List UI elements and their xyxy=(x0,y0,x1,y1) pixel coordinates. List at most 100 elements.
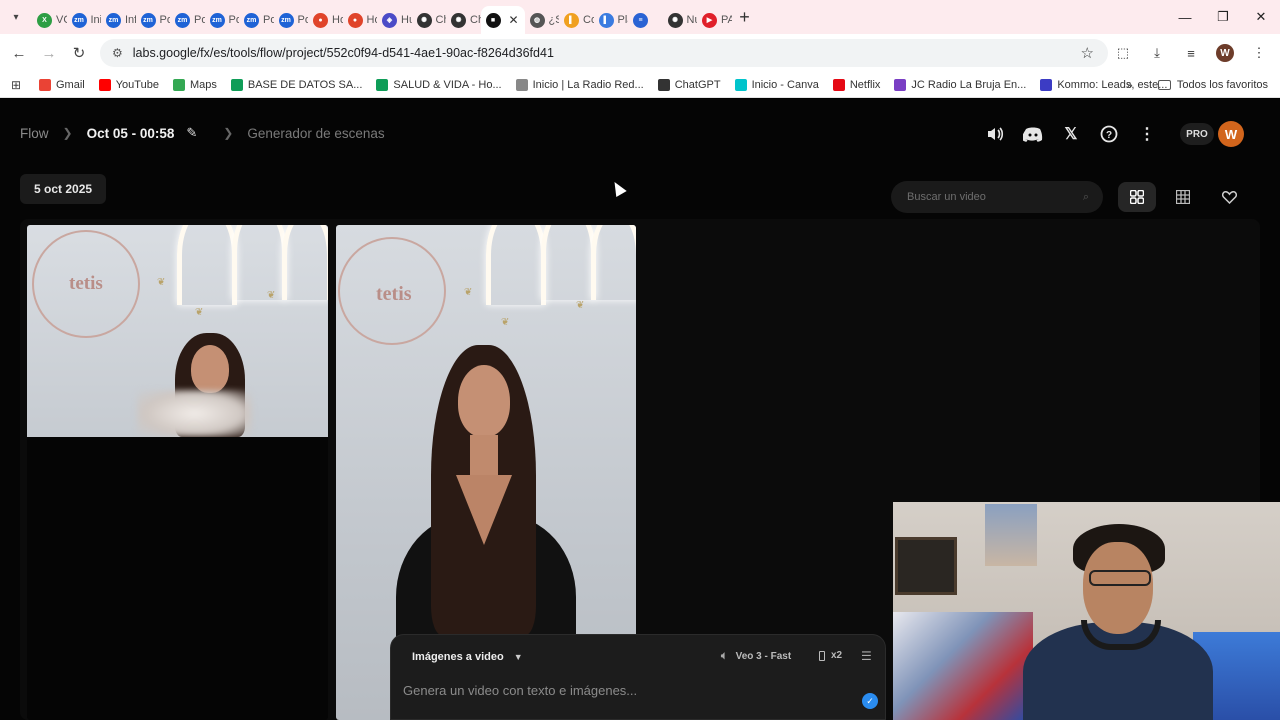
tab-favicon-icon: zm xyxy=(209,12,225,28)
bookmark-item[interactable]: BASE DE DATOS SA... xyxy=(224,78,370,91)
bookmark-item[interactable]: YouTube xyxy=(92,78,166,91)
window-controls: — ❐ ✕ xyxy=(1166,0,1280,34)
tab-label: Ho xyxy=(366,14,378,26)
edit-pencil-icon[interactable]: ✎ xyxy=(186,125,197,141)
search-input[interactable] xyxy=(907,191,1067,203)
motion-blur xyxy=(137,390,252,437)
tab-favicon-icon: ● xyxy=(313,12,328,28)
media-icon[interactable]: ≡ xyxy=(1176,38,1206,68)
browser-tab[interactable]: ▶ PA xyxy=(697,6,732,34)
output-count[interactable]: x2 xyxy=(819,650,842,661)
bookmark-star-icon[interactable]: ☆ xyxy=(1081,44,1094,62)
model-selector[interactable]: 🔈︎ Veo 3 - Fast xyxy=(721,650,791,663)
bookmark-item[interactable]: Maps xyxy=(166,78,224,91)
apps-icon[interactable]: ⊞ xyxy=(0,78,32,92)
bookmark-favicon-icon xyxy=(230,78,243,91)
bookmark-item[interactable]: ChatGPT xyxy=(651,78,728,91)
menu-icon[interactable]: ⋮ xyxy=(1244,38,1274,68)
bookmark-item[interactable]: Netflix xyxy=(826,78,888,91)
tab-favicon-icon: ■ xyxy=(485,12,501,28)
browser-tab[interactable]: zm Inf xyxy=(101,6,136,34)
bookmark-item[interactable]: Inicio - Canva xyxy=(728,78,826,91)
tab-search-icon[interactable]: ▾ xyxy=(0,0,32,34)
browser-tab[interactable]: ✺Ch xyxy=(446,6,481,34)
bookmark-label: Kommo: Leads, este... xyxy=(1057,78,1168,91)
tab-favicon-icon: ▌ xyxy=(598,12,614,28)
more-vert-icon[interactable]: ⋮ xyxy=(1128,121,1166,147)
bookmark-item[interactable]: Kommo: Leads, este... xyxy=(1033,78,1174,91)
light-arch-decor xyxy=(177,225,237,305)
forward-icon[interactable]: → xyxy=(34,38,64,68)
profile-avatar[interactable]: W xyxy=(1216,44,1234,62)
wall-poster xyxy=(985,504,1037,566)
project-title[interactable]: Oct 05 - 00:58 xyxy=(87,126,175,141)
browser-tab[interactable]: zmInic xyxy=(67,6,101,34)
search-icon[interactable]: ⌕ xyxy=(1083,191,1089,204)
browser-tab[interactable]: ▌Pla xyxy=(594,6,628,34)
volume-icon[interactable] xyxy=(976,121,1014,147)
address-bar[interactable]: ⚙ labs.google/fx/es/tools/flow/project/5… xyxy=(100,39,1108,67)
tune-settings-icon[interactable]: ☰ xyxy=(861,649,872,663)
bookmark-item[interactable]: Inicio | La Radio Red... xyxy=(509,78,651,91)
bookmark-label: JC Radio La Bruja En... xyxy=(911,78,1027,91)
browser-tab[interactable]: ✺Nu xyxy=(663,6,697,34)
site-info-icon[interactable]: ⚙ xyxy=(112,46,123,60)
browser-tab[interactable]: X VO xyxy=(32,6,67,34)
close-window-icon[interactable]: ✕ xyxy=(1242,0,1280,34)
breadcrumb-flow[interactable]: Flow xyxy=(20,126,49,141)
tab-label: Pos xyxy=(297,14,309,26)
user-avatar[interactable]: W xyxy=(1218,121,1244,147)
browser-tab[interactable]: zmPos xyxy=(170,6,205,34)
tab-favicon-icon: ◍ xyxy=(529,12,545,28)
close-tab-icon[interactable]: ✕ xyxy=(508,13,518,27)
browser-tab[interactable]: ■ ✕ xyxy=(480,6,525,34)
browser-tab[interactable]: ●Ho xyxy=(343,6,378,34)
bookmark-label: BASE DE DATOS SA... xyxy=(247,78,363,91)
new-tab-button[interactable]: + xyxy=(732,7,758,28)
mode-dropdown[interactable]: Imágenes a video ▼ xyxy=(412,651,523,663)
browser-tab[interactable]: zmPos xyxy=(205,6,239,34)
restore-icon[interactable]: ❐ xyxy=(1204,0,1242,34)
light-arch-decor xyxy=(232,225,287,300)
tetis-logo: tetis xyxy=(69,273,103,294)
browser-tab[interactable]: ◍¿Sa xyxy=(525,6,559,34)
grid-large-view-icon[interactable] xyxy=(1118,182,1156,212)
url-text[interactable]: labs.google/fx/es/tools/flow/project/552… xyxy=(133,46,554,60)
caret-down-icon: ▼ xyxy=(513,652,523,662)
bookmark-label: ChatGPT xyxy=(674,78,721,91)
browser-tab[interactable]: ✺Ch xyxy=(412,6,446,34)
favorites-heart-icon[interactable] xyxy=(1210,182,1248,212)
prompt-input[interactable] xyxy=(403,683,843,698)
reload-icon[interactable]: ↻ xyxy=(64,38,94,68)
extensions-icon[interactable]: ⬚ xyxy=(1108,38,1138,68)
chevron-right-icon: ❯ xyxy=(62,126,73,140)
browser-tab[interactable]: zmPos xyxy=(136,6,170,34)
x-twitter-icon[interactable]: 𝕏 xyxy=(1052,121,1090,147)
help-icon[interactable]: ? xyxy=(1090,121,1128,147)
tab-favicon-icon: ▌ xyxy=(564,12,579,28)
discord-icon[interactable] xyxy=(1014,121,1052,147)
light-arch-decor xyxy=(486,225,546,305)
browser-tab[interactable]: ◈ Hu xyxy=(377,6,412,34)
browser-tab[interactable]: zmPos xyxy=(239,6,274,34)
grid-small-view-icon[interactable] xyxy=(1164,182,1202,212)
tab-label: Ho xyxy=(332,14,343,26)
browser-tab[interactable]: ≡ xyxy=(628,6,663,34)
more-bookmarks-icon[interactable]: » xyxy=(1126,72,1133,98)
date-chip[interactable]: 5 oct 2025 xyxy=(20,174,107,204)
check-icon[interactable]: ✓ xyxy=(862,693,878,709)
person-neck xyxy=(470,435,498,475)
minimize-icon[interactable]: — xyxy=(1166,0,1204,34)
bookmark-item[interactable]: JC Radio La Bruja En... xyxy=(887,78,1033,91)
bookmark-item[interactable]: Gmail xyxy=(32,78,92,91)
bookmark-favicon-icon xyxy=(39,78,51,91)
bookmark-favicon-icon xyxy=(657,78,670,91)
browser-tab[interactable]: zmPos xyxy=(274,6,309,34)
video-card-1[interactable]: tetis ❦ ❦ ❦ xyxy=(27,225,328,720)
back-icon[interactable]: ← xyxy=(4,38,34,68)
browser-tab[interactable]: ● Ho xyxy=(308,6,343,34)
browser-tab[interactable]: ▌ Co xyxy=(559,6,594,34)
download-icon[interactable]: ⤓ xyxy=(1142,38,1172,68)
bookmark-item[interactable]: SALUD & VIDA - Ho... xyxy=(369,78,508,91)
all-bookmarks[interactable]: Todos los favoritos xyxy=(1157,72,1268,98)
